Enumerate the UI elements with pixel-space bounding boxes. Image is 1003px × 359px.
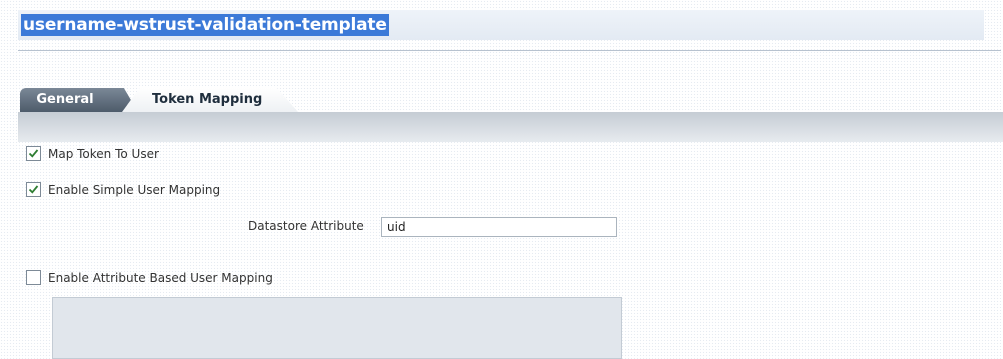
tab-strip: General Token Mapping	[18, 88, 308, 112]
page-title: username-wstrust-validation-template	[21, 14, 389, 36]
map-token-to-user-checkbox[interactable]	[26, 146, 41, 161]
page: username-wstrust-validation-template Gen…	[0, 0, 1003, 359]
checkmark-icon	[28, 185, 39, 194]
enable-attribute-based-user-mapping-checkbox[interactable]	[26, 270, 41, 285]
title-divider	[18, 50, 1001, 51]
tab-token-mapping-label: Token Mapping	[152, 92, 263, 107]
enable-simple-user-mapping-checkbox[interactable]	[26, 182, 41, 197]
title-bar: username-wstrust-validation-template	[18, 10, 984, 40]
tab-token-mapping[interactable]: Token Mapping	[122, 88, 298, 112]
datastore-attribute-label: Datastore Attribute	[248, 219, 364, 233]
tab-general-label: General	[36, 92, 94, 107]
enable-attribute-based-user-mapping-label: Enable Attribute Based User Mapping	[48, 271, 273, 285]
tab-content-header	[18, 112, 1003, 142]
tab-general[interactable]: General	[20, 88, 138, 112]
checkmark-icon	[28, 149, 39, 158]
enable-simple-user-mapping-label: Enable Simple User Mapping	[48, 183, 221, 197]
map-token-to-user-label: Map Token To User	[48, 147, 159, 161]
datastore-attribute-input[interactable]	[381, 217, 617, 237]
attribute-mapping-panel	[52, 297, 622, 359]
